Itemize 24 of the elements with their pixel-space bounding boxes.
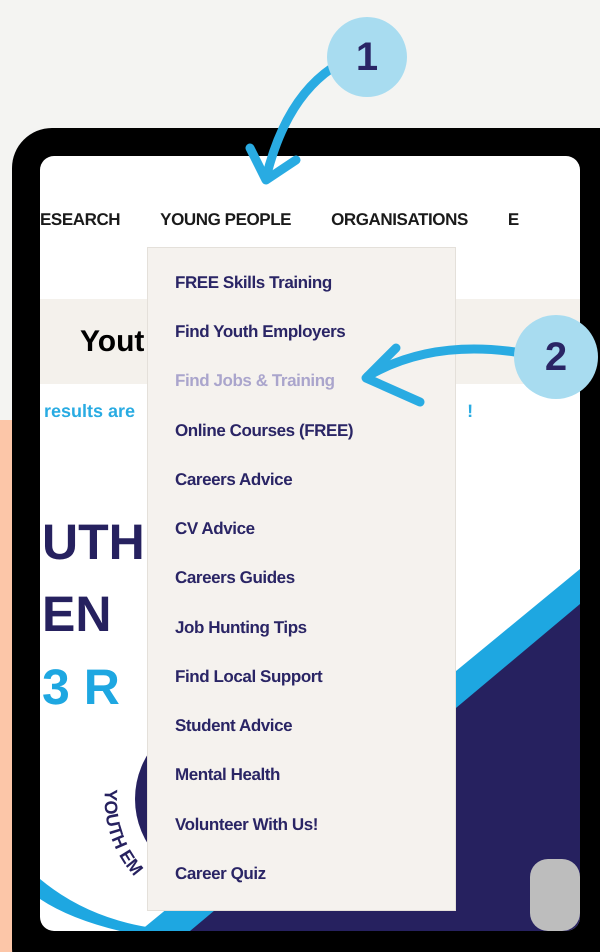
nav-link[interactable]: E bbox=[508, 206, 519, 232]
page-heading: Yout bbox=[80, 324, 144, 360]
banner-title: 3 R bbox=[42, 659, 120, 715]
photo-placeholder bbox=[530, 859, 580, 931]
nav-link[interactable]: ORGANISATIONS bbox=[331, 206, 468, 232]
menu-item[interactable]: Find Local Support bbox=[175, 664, 322, 714]
menu-item[interactable]: Careers Advice bbox=[175, 466, 292, 516]
menu-item[interactable]: Student Advice bbox=[175, 713, 292, 762]
menu-item[interactable]: FREE Skills Training bbox=[175, 270, 332, 320]
banner-title: EN bbox=[42, 586, 112, 642]
notice-text: ! bbox=[467, 400, 474, 423]
menu-item[interactable]: Careers Guides bbox=[175, 565, 295, 615]
menu-item[interactable]: Find Youth Employers bbox=[175, 319, 346, 368]
menu-item[interactable]: Career Quiz bbox=[175, 860, 266, 910]
notice-text: results are bbox=[43, 400, 136, 423]
menu-item[interactable]: Job Hunting Tips bbox=[175, 614, 307, 664]
menu-item[interactable]: Online Courses (FREE) bbox=[175, 418, 354, 467]
banner-title: UTH bbox=[42, 514, 145, 570]
menu-item[interactable]: CV Advice bbox=[175, 516, 255, 566]
menu-item[interactable]: Volunteer With Us! bbox=[175, 812, 318, 861]
menu-item[interactable]: Mental Health bbox=[175, 762, 280, 812]
nav-link[interactable]: ESEARCH bbox=[40, 206, 120, 232]
nav-link[interactable]: YOUNG PEOPLE bbox=[160, 206, 292, 232]
step-badge: 1 bbox=[327, 17, 407, 97]
